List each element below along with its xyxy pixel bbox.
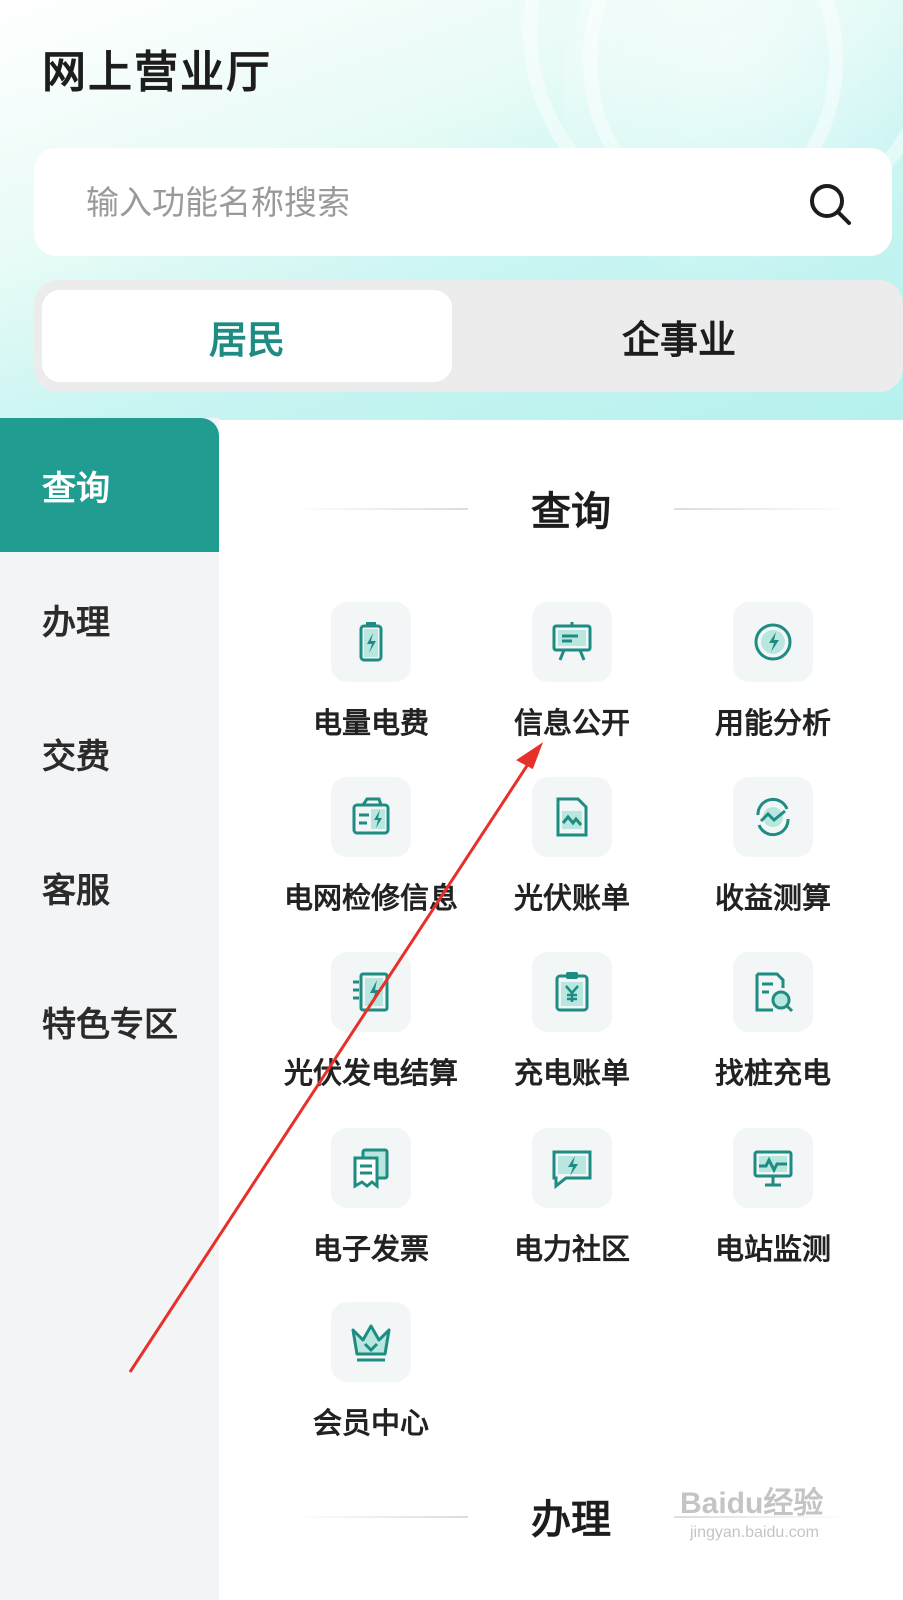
tile-pv-bill[interactable]: 光伏账单 (472, 777, 672, 937)
tile-label: 电网检修信息 (283, 881, 458, 915)
icon-container (331, 777, 411, 857)
sidebar-item-service[interactable]: 客服 (0, 820, 219, 954)
pv-bill-icon (556, 797, 588, 837)
battery-bolt-icon (359, 622, 383, 662)
tile-label: 充电账单 (513, 1056, 630, 1090)
icon-container (733, 602, 813, 682)
tile-info-disclosure[interactable]: 信息公开 (472, 602, 672, 762)
station-monitor-icon (753, 1150, 793, 1187)
grid-maintenance-icon (352, 797, 390, 835)
user-type-segment: 居民 企事业 (34, 280, 903, 392)
section-header-query: 查询 (290, 478, 852, 538)
income-calc-icon (756, 797, 790, 837)
tile-charge-bill[interactable]: 充电账单 (472, 952, 672, 1112)
e-invoice-icon (353, 1148, 389, 1190)
tile-power-community[interactable]: 电力社区 (472, 1128, 672, 1288)
tile-label: 光伏账单 (513, 881, 630, 915)
presentation-board-icon (552, 622, 592, 661)
section-title: 办理 (531, 1497, 611, 1543)
tile-label: 电量电费 (312, 706, 429, 740)
tile-station-monitor[interactable]: 电站监测 (673, 1128, 873, 1288)
search-icon[interactable] (808, 182, 852, 226)
tile-label: 电子发票 (312, 1232, 429, 1266)
search-input[interactable] (86, 182, 786, 222)
sidebar-item-special[interactable]: 特色专区 (0, 954, 219, 1088)
tile-income-calc[interactable]: 收益测算 (673, 777, 873, 937)
tile-label: 信息公开 (513, 706, 630, 740)
divider (674, 508, 852, 510)
divider (290, 508, 468, 510)
tile-label: 电站监测 (714, 1232, 831, 1266)
icon-container (331, 602, 411, 682)
icon-container (532, 602, 612, 682)
tile-electricity-fee[interactable]: 电量电费 (271, 602, 471, 762)
icon-container (733, 1128, 813, 1208)
tab-resident[interactable]: 居民 (42, 290, 452, 382)
tile-member-center[interactable]: 会员中心 (271, 1302, 471, 1462)
category-sidebar: 查询 办理 交费 客服 特色专区 (0, 418, 219, 1600)
icon-container (532, 952, 612, 1032)
charge-bill-icon (555, 972, 589, 1012)
tile-e-invoice[interactable]: 电子发票 (271, 1128, 471, 1288)
watermark-url: jingyan.baidu.com (690, 1524, 819, 1541)
divider (290, 1516, 468, 1518)
page-title: 网上营业厅 (42, 47, 272, 98)
crown-icon (351, 1324, 391, 1362)
sidebar-item-query[interactable]: 查询 (0, 418, 219, 552)
section-title: 查询 (531, 489, 611, 535)
icon-container (733, 952, 813, 1032)
tile-label: 用能分析 (714, 706, 831, 740)
icon-container (331, 1302, 411, 1382)
tile-label: 电力社区 (513, 1232, 630, 1266)
icon-container (733, 777, 813, 857)
tile-label: 会员中心 (312, 1406, 429, 1440)
watermark-logo: Baidu经验 (680, 1487, 824, 1520)
find-charger-icon (755, 972, 794, 1013)
sidebar-item-handle[interactable]: 办理 (0, 552, 219, 686)
icon-container (331, 1128, 411, 1208)
tile-label: 找桩充电 (714, 1056, 831, 1090)
tile-find-charger[interactable]: 找桩充电 (673, 952, 873, 1112)
tile-pv-settlement[interactable]: 光伏发电结算 (271, 952, 471, 1112)
tile-energy-analysis[interactable]: 用能分析 (673, 602, 873, 762)
search-bar[interactable] (34, 148, 892, 256)
energy-gauge-icon (754, 623, 792, 661)
tab-enterprise[interactable]: 企事业 (474, 290, 884, 382)
sidebar-item-payment[interactable]: 交费 (0, 686, 219, 820)
icon-container (331, 952, 411, 1032)
tile-label: 收益测算 (714, 881, 831, 915)
icon-container (532, 777, 612, 857)
icon-container (532, 1128, 612, 1208)
tile-label: 光伏发电结算 (283, 1056, 458, 1090)
tile-grid-maintenance[interactable]: 电网检修信息 (271, 777, 471, 937)
pv-settlement-icon (353, 972, 389, 1012)
community-chat-icon (552, 1150, 592, 1190)
